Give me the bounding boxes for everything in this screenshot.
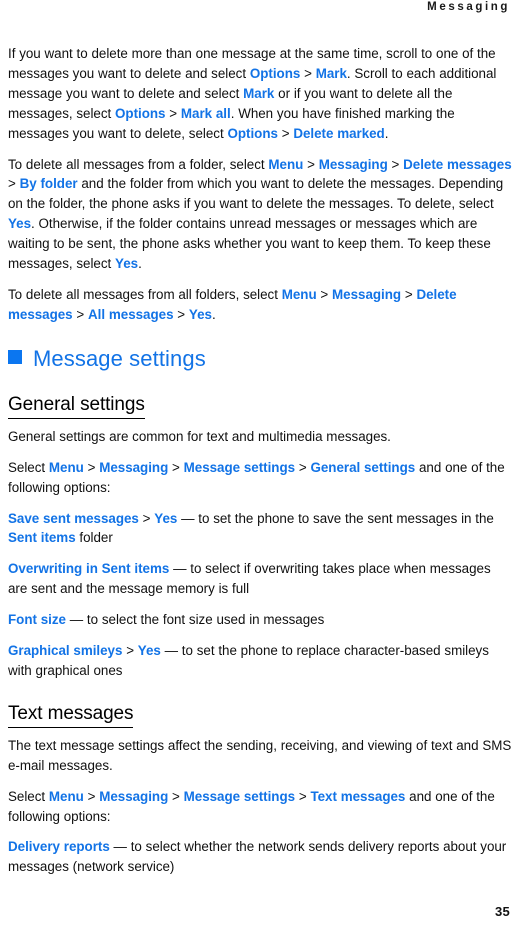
ui-term[interactable]: Font size bbox=[8, 612, 66, 627]
path-separator: > bbox=[173, 306, 189, 322]
body-text: To delete all messages from a folder, se… bbox=[8, 156, 269, 172]
p-delete-all-folders: To delete all messages from all folders,… bbox=[8, 285, 512, 325]
ui-term[interactable]: Options bbox=[115, 106, 165, 121]
chapter-heading-label: Message settings bbox=[33, 345, 206, 371]
path-separator: > bbox=[83, 459, 100, 475]
ui-term[interactable]: Menu bbox=[49, 789, 84, 804]
body-text: The text message settings affect the sen… bbox=[8, 737, 512, 773]
ui-term[interactable]: Overwriting in Sent items bbox=[8, 561, 169, 576]
path-separator: > bbox=[387, 156, 404, 172]
ui-term[interactable]: Mark bbox=[316, 66, 347, 81]
ui-term[interactable]: Messaging bbox=[332, 287, 401, 302]
manual-page: Messaging If you want to delete more tha… bbox=[0, 0, 520, 925]
p-opt-smileys: Graphical smileys > Yes — to set the pho… bbox=[8, 641, 512, 681]
ui-term[interactable]: Text messages bbox=[310, 789, 405, 804]
path-separator: > bbox=[295, 788, 311, 804]
ui-term[interactable]: Yes bbox=[154, 511, 177, 526]
path-separator: > bbox=[295, 459, 311, 475]
body-text: . bbox=[138, 256, 142, 272]
ui-term[interactable]: Messaging bbox=[319, 157, 388, 172]
ui-term[interactable]: Yes bbox=[8, 216, 31, 231]
path-separator: > bbox=[401, 286, 417, 302]
section-general-settings: General settings General settings are com… bbox=[8, 372, 512, 681]
body-text: General settings are common for text and… bbox=[8, 428, 391, 444]
ui-term[interactable]: Menu bbox=[282, 287, 317, 302]
body-text: Select bbox=[8, 788, 49, 804]
ui-term[interactable]: Options bbox=[227, 126, 277, 141]
ui-term[interactable]: Yes bbox=[189, 307, 212, 322]
section-text-messages: Text messages The text message settings a… bbox=[8, 681, 512, 877]
option-description: — to set the phone to save the sent mess… bbox=[177, 510, 494, 526]
path-separator: > bbox=[138, 510, 155, 526]
body-text: folder bbox=[75, 530, 113, 546]
option-description: — to select the font size used in messag… bbox=[65, 612, 325, 628]
p-delete-folder: To delete all messages from a folder, se… bbox=[8, 155, 512, 274]
body-text: . bbox=[384, 125, 389, 141]
ui-term[interactable]: Delete marked bbox=[293, 126, 384, 141]
p-opt-overwriting: Overwriting in Sent items — to select if… bbox=[8, 559, 512, 599]
path-separator: > bbox=[122, 643, 138, 659]
body-text: . Otherwise, if the folder contains unre… bbox=[8, 216, 491, 272]
ui-term[interactable]: Yes bbox=[138, 643, 161, 658]
p-general-path: Select Menu > Messaging > Message settin… bbox=[8, 458, 512, 498]
path-separator: > bbox=[303, 156, 319, 172]
p-text-path: Select Menu > Messaging > Message settin… bbox=[8, 787, 512, 827]
intro-paragraph-group: If you want to delete more than one mess… bbox=[8, 44, 512, 325]
chapter-heading: Message settings bbox=[8, 346, 512, 372]
path-separator: > bbox=[277, 125, 294, 141]
ui-term[interactable]: Delete messages bbox=[403, 157, 512, 172]
ui-term[interactable]: Message settings bbox=[184, 460, 295, 475]
ui-term[interactable]: Options bbox=[250, 66, 300, 81]
ui-term[interactable]: By folder bbox=[20, 176, 78, 191]
ui-term[interactable]: All messages bbox=[88, 307, 173, 322]
ui-term[interactable]: Yes bbox=[115, 256, 138, 271]
path-separator: > bbox=[72, 306, 89, 322]
ui-term[interactable]: Graphical smileys bbox=[8, 643, 122, 658]
ui-term[interactable]: General settings bbox=[310, 460, 415, 475]
ui-term[interactable]: Messaging bbox=[99, 460, 168, 475]
page-content: If you want to delete more than one mess… bbox=[8, 44, 512, 877]
section-heading-text-messages: Text messages bbox=[8, 703, 134, 728]
ui-term[interactable]: Menu bbox=[268, 157, 303, 172]
page-number: 35 bbox=[494, 904, 510, 919]
path-separator: > bbox=[168, 459, 184, 475]
ui-term[interactable]: Mark bbox=[243, 86, 274, 101]
body-text: Select bbox=[8, 459, 49, 475]
ui-term[interactable]: Messaging bbox=[99, 789, 168, 804]
path-separator: > bbox=[8, 176, 20, 192]
path-separator: > bbox=[165, 105, 181, 121]
path-separator: > bbox=[316, 286, 333, 302]
section-heading-general-settings: General settings bbox=[8, 394, 145, 419]
p-text-intro: The text message settings affect the sen… bbox=[8, 736, 512, 776]
path-separator: > bbox=[83, 788, 100, 804]
ui-term[interactable]: Delivery reports bbox=[8, 839, 110, 854]
path-separator: > bbox=[168, 788, 184, 804]
path-separator: > bbox=[300, 65, 316, 81]
p-opt-delivery-reports: Delivery reports — to select whether the… bbox=[8, 837, 512, 877]
ui-term[interactable]: Save sent messages bbox=[8, 511, 139, 526]
ui-term[interactable]: Menu bbox=[49, 460, 84, 475]
body-text: To delete all messages from all folders,… bbox=[8, 286, 282, 302]
ui-term[interactable]: Mark all bbox=[181, 106, 231, 121]
body-text: and the folder from which you want to de… bbox=[8, 176, 504, 212]
ui-term[interactable]: Message settings bbox=[184, 789, 295, 804]
p-general-intro: General settings are common for text and… bbox=[8, 427, 512, 447]
p-opt-font-size: Font size — to select the font size used… bbox=[8, 610, 512, 630]
p-delete-multiple: If you want to delete more than one mess… bbox=[8, 44, 512, 144]
p-opt-save-sent: Save sent messages > Yes — to set the ph… bbox=[8, 509, 512, 549]
section-group: General settings General settings are com… bbox=[8, 372, 512, 878]
running-header-title: Messaging bbox=[427, 1, 510, 13]
body-text: . bbox=[211, 306, 216, 322]
ui-term[interactable]: Sent items bbox=[8, 530, 76, 545]
filled-square-icon bbox=[8, 349, 22, 364]
